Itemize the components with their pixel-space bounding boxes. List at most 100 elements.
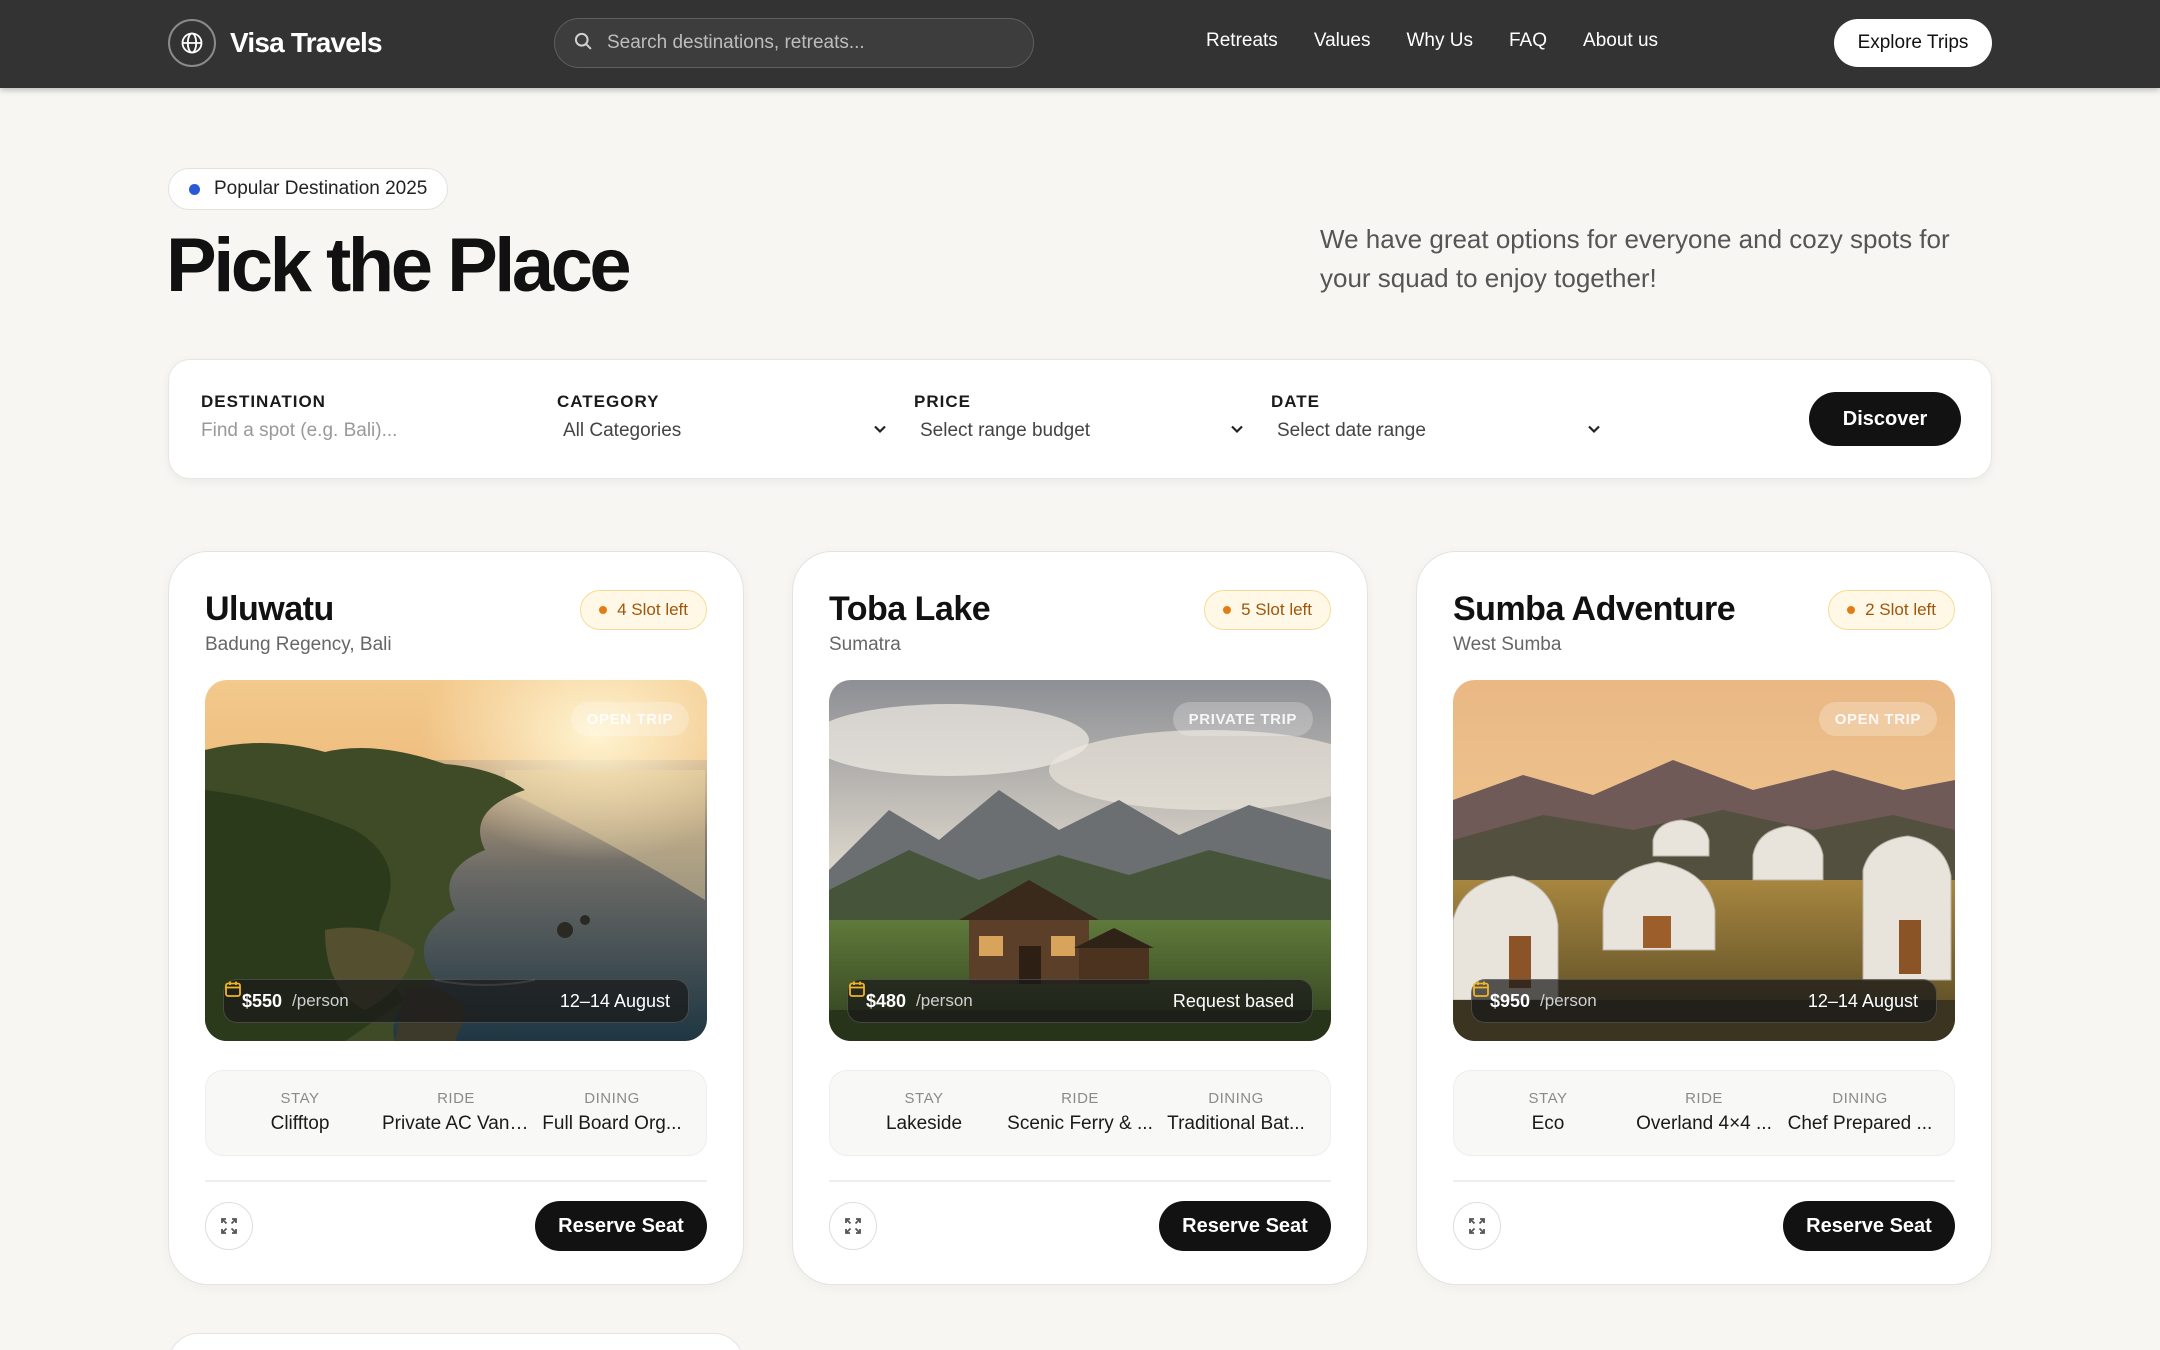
category-value: All Categories xyxy=(563,420,682,441)
price-date-bar: $950 /person 12–14 August xyxy=(1471,979,1937,1023)
date-filter[interactable]: DATE Select date range xyxy=(1271,392,1601,442)
nav-retreats[interactable]: Retreats xyxy=(1206,30,1278,52)
destination-photo[interactable]: PRIVATE TRIP $480 /person Request based xyxy=(829,680,1331,1041)
nav-why-us[interactable]: Why Us xyxy=(1407,30,1474,52)
top-navigation-bar: Visa Travels Retreats Values Why Us FAQ … xyxy=(0,0,2160,88)
nav-about-us[interactable]: About us xyxy=(1583,30,1658,52)
search-icon xyxy=(573,31,593,56)
trip-type-tag: OPEN TRIP xyxy=(1818,702,1937,736)
slots-left-badge: 2 Slot left xyxy=(1828,590,1955,630)
trip-date-text: 12–14 August xyxy=(1807,990,1918,1011)
nav-values[interactable]: Values xyxy=(1314,30,1371,52)
card-location: West Sumba xyxy=(1453,634,1562,655)
price-filter[interactable]: PRICE Select range budget xyxy=(914,392,1244,442)
search-input[interactable] xyxy=(607,32,1007,54)
reserve-seat-button[interactable]: Reserve Seat xyxy=(1783,1201,1955,1251)
explore-trips-button[interactable]: Explore Trips xyxy=(1834,19,1992,67)
amenity-key: RIDE xyxy=(1685,1090,1723,1107)
expand-icon[interactable] xyxy=(205,1202,253,1250)
amenity-stay: STAY Clifftop xyxy=(222,1071,378,1155)
card-divider xyxy=(829,1180,1331,1182)
category-label: CATEGORY xyxy=(557,392,660,411)
amenity-dining: DINING Traditional Bat... xyxy=(1158,1071,1314,1155)
chevron-down-icon xyxy=(1587,420,1601,442)
price-date-bar: $550 /person 12–14 August xyxy=(223,979,689,1023)
amenities-panel: STAY Lakeside RIDE Scenic Ferry & ... DINI… xyxy=(829,1070,1331,1156)
next-destination-card-partial xyxy=(168,1333,744,1350)
slots-left-text: 4 Slot left xyxy=(617,600,688,619)
amenity-key: DINING xyxy=(584,1090,640,1107)
slots-left-text: 5 Slot left xyxy=(1241,600,1312,619)
popular-destination-badge: Popular Destination 2025 xyxy=(168,168,449,210)
main-nav: Retreats Values Why Us FAQ About us xyxy=(1206,30,1694,52)
destination-input[interactable]: Find a spot (e.g. Bali)... xyxy=(201,420,501,442)
card-location: Sumatra xyxy=(829,634,901,655)
destination-card-sumba-adventure: Sumba Adventure West Sumba 2 Slot left O… xyxy=(1416,551,1992,1285)
expand-icon[interactable] xyxy=(829,1202,877,1250)
destination-photo[interactable]: OPEN TRIP $550 /person 12–14 August xyxy=(205,680,707,1041)
slot-dot xyxy=(1847,606,1856,614)
destination-photo[interactable]: OPEN TRIP $950 /person 12–14 August xyxy=(1453,680,1955,1041)
amenity-value: Private AC Van ... xyxy=(382,1113,531,1134)
amenity-dining: DINING Full Board Org... xyxy=(534,1071,690,1155)
destination-card-toba-lake: Toba Lake Sumatra 5 Slot left PRIVATE TR… xyxy=(792,551,1368,1285)
search-bar[interactable] xyxy=(554,18,1034,68)
amenity-dining: DINING Chef Prepared ... xyxy=(1782,1071,1938,1155)
badge-dot xyxy=(189,183,200,195)
brand[interactable]: Visa Travels xyxy=(168,19,383,67)
amenity-key: DINING xyxy=(1832,1090,1888,1107)
category-select[interactable]: All Categories xyxy=(557,420,887,442)
expand-icon[interactable] xyxy=(1453,1202,1501,1250)
date-value: Select date range xyxy=(1277,420,1426,441)
reserve-seat-button[interactable]: Reserve Seat xyxy=(535,1201,707,1251)
amenity-key: STAY xyxy=(904,1090,944,1107)
chevron-down-icon xyxy=(1230,420,1244,442)
page-title: Pick the Place xyxy=(166,223,632,308)
trip-date: Request based xyxy=(849,981,1294,1012)
search-filter-bar: DESTINATION Find a spot (e.g. Bali)... C… xyxy=(168,359,1992,479)
price-value: $950 xyxy=(1490,990,1531,1011)
date-label: DATE xyxy=(1271,392,1321,411)
amenity-value: Lakeside xyxy=(885,1113,963,1134)
calendar-icon xyxy=(225,981,241,997)
destination-label: DESTINATION xyxy=(201,392,326,411)
badge-label: Popular Destination 2025 xyxy=(214,178,428,199)
amenity-stay: STAY Eco xyxy=(1470,1071,1626,1155)
price-unit: /person xyxy=(292,991,349,1010)
amenity-ride: RIDE Private AC Van ... xyxy=(378,1071,534,1155)
discover-button[interactable]: Discover xyxy=(1809,392,1961,446)
brand-name: Visa Travels xyxy=(230,27,383,58)
price-value: $550 xyxy=(242,990,283,1011)
globe-icon xyxy=(168,19,216,67)
card-title: Uluwatu xyxy=(205,590,334,628)
price-select[interactable]: Select range budget xyxy=(914,420,1244,442)
amenities-panel: STAY Eco RIDE Overland 4×4 ... DINING Chef … xyxy=(1453,1070,1955,1156)
trip-date-text: Request based xyxy=(1172,990,1294,1011)
amenity-key: DINING xyxy=(1208,1090,1264,1107)
amenity-ride: RIDE Overland 4×4 ... xyxy=(1626,1071,1782,1155)
amenities-panel: STAY Clifftop RIDE Private AC Van ... DINI… xyxy=(205,1070,707,1156)
trip-date: 12–14 August xyxy=(1473,981,1918,1012)
amenity-value: Traditional Bat... xyxy=(1167,1113,1305,1134)
trip-date-text: 12–14 August xyxy=(559,990,670,1011)
date-select[interactable]: Select date range xyxy=(1271,420,1601,442)
slots-left-badge: 4 Slot left xyxy=(580,590,707,630)
card-divider xyxy=(205,1180,707,1182)
destination-filter[interactable]: DESTINATION Find a spot (e.g. Bali)... xyxy=(201,392,501,442)
amenity-value: Full Board Org... xyxy=(542,1113,682,1134)
amenity-key: STAY xyxy=(1528,1090,1568,1107)
price-unit: /person xyxy=(1540,991,1597,1010)
category-filter[interactable]: CATEGORY All Categories xyxy=(557,392,887,442)
nav-faq[interactable]: FAQ xyxy=(1509,30,1547,52)
price-value: $480 xyxy=(866,990,907,1011)
amenity-value: Scenic Ferry & ... xyxy=(1007,1113,1153,1134)
calendar-icon xyxy=(849,981,865,997)
slots-left-badge: 5 Slot left xyxy=(1204,590,1331,630)
amenity-ride: RIDE Scenic Ferry & ... xyxy=(1002,1071,1158,1155)
price-value: Select range budget xyxy=(920,420,1091,441)
price-label: PRICE xyxy=(914,392,971,411)
reserve-seat-button[interactable]: Reserve Seat xyxy=(1159,1201,1331,1251)
slot-dot xyxy=(599,606,608,614)
slots-left-text: 2 Slot left xyxy=(1865,600,1936,619)
amenity-key: RIDE xyxy=(437,1090,475,1107)
